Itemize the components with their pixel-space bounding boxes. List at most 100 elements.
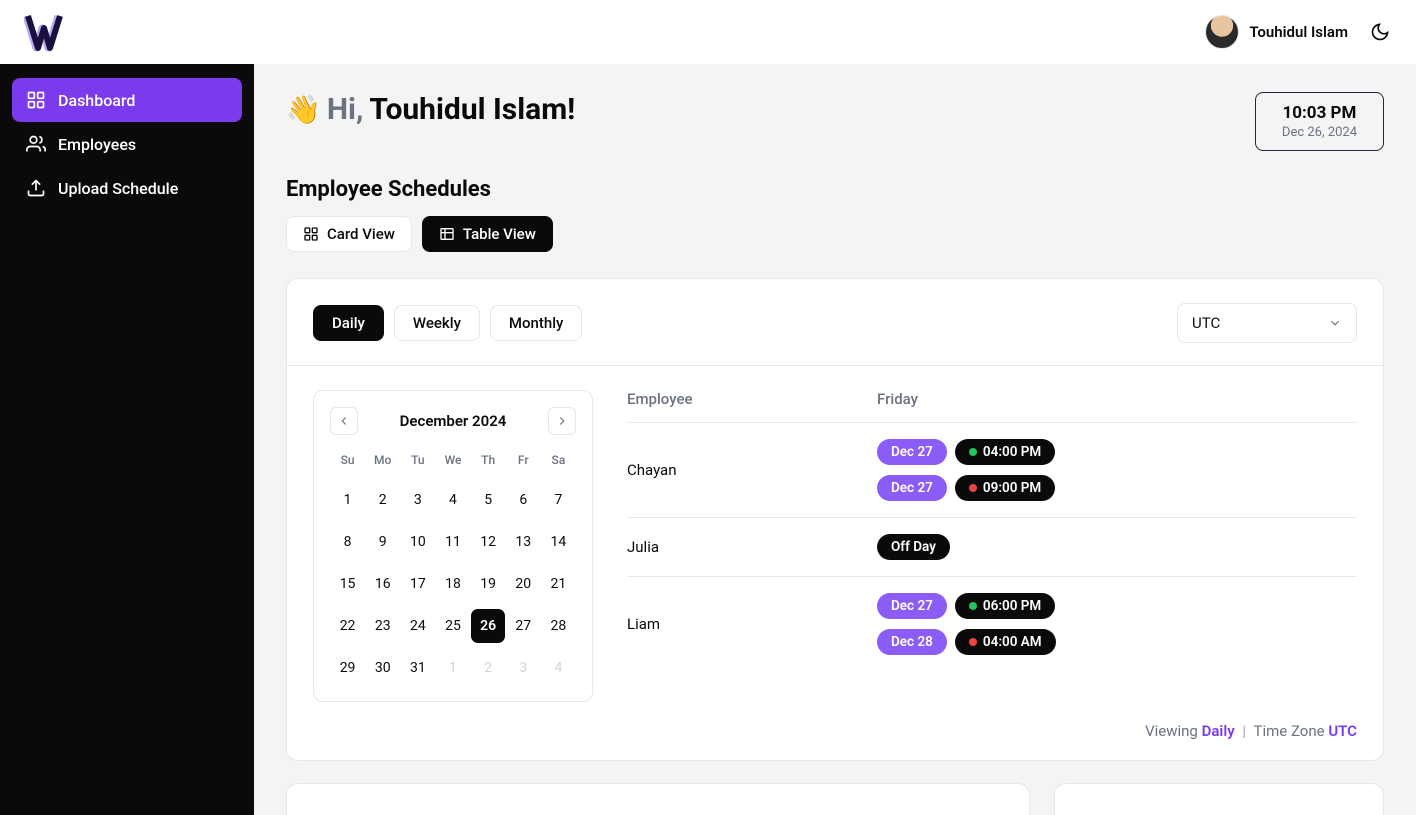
calendar-day[interactable]: 21 (541, 567, 575, 601)
tab-monthly[interactable]: Monthly (490, 305, 582, 341)
divider (287, 365, 1383, 366)
chevron-right-icon (555, 414, 569, 428)
table-view-button[interactable]: Table View (422, 216, 553, 252)
calendar: December 2024 SuMoTuWeThFrSa123456789101… (313, 390, 593, 702)
shift-line: Dec 2704:00 PM (877, 439, 1357, 465)
schedule-cell: Off Day (877, 534, 1357, 560)
calendar-dow: Sa (541, 449, 576, 475)
greeting-hi: Hi, (327, 92, 364, 127)
tab-weekly[interactable]: Weekly (394, 305, 480, 341)
calendar-day[interactable]: 9 (366, 525, 400, 559)
employee-name: Liam (627, 615, 877, 633)
schedule-cell: Dec 2706:00 PMDec 2804:00 AM (877, 593, 1357, 655)
theme-toggle[interactable] (1368, 20, 1392, 44)
avatar (1205, 15, 1239, 49)
calendar-title: December 2024 (400, 412, 507, 430)
calendar-day[interactable]: 1 (436, 651, 470, 685)
user-menu[interactable]: Touhidul Islam (1205, 15, 1348, 49)
calendar-day[interactable]: 24 (401, 609, 435, 643)
calendar-day[interactable]: 7 (541, 483, 575, 517)
calendar-day[interactable]: 1 (331, 483, 365, 517)
calendar-day[interactable]: 28 (541, 609, 575, 643)
table-row: ChayanDec 2704:00 PM Dec 27 09:00 PM (627, 422, 1357, 517)
sidebar-item-dashboard[interactable]: Dashboard (12, 78, 242, 122)
calendar-day[interactable]: 10 (401, 525, 435, 559)
chevron-left-icon (337, 414, 351, 428)
employee-name: Julia (627, 538, 877, 556)
calendar-day[interactable]: 12 (471, 525, 505, 559)
calendar-day[interactable]: 27 (506, 609, 540, 643)
shift-time-badge: 04:00 AM (955, 629, 1056, 655)
calendar-day[interactable]: 3 (506, 651, 540, 685)
employee-name: Chayan (627, 461, 877, 479)
calendar-day[interactable]: 30 (366, 651, 400, 685)
calendar-next-button[interactable] (548, 407, 576, 435)
greeting: 👋 Hi, Touhidul Islam! (286, 92, 575, 127)
calendar-dow: Th (471, 449, 506, 475)
calendar-day[interactable]: 3 (401, 483, 435, 517)
col-employee: Employee (627, 390, 877, 408)
sidebar-item-label: Dashboard (58, 91, 135, 110)
calendar-day[interactable]: 14 (541, 525, 575, 559)
tab-daily[interactable]: Daily (313, 305, 384, 341)
sidebar: Dashboard Employees Upload Schedule (0, 64, 254, 815)
timezone-value: UTC (1192, 314, 1220, 332)
calendar-day[interactable]: 26 (471, 609, 505, 643)
shift-line: Dec 2706:00 PM (877, 593, 1357, 619)
calendar-day[interactable]: 4 (541, 651, 575, 685)
clock-date: Dec 26, 2024 (1282, 125, 1357, 140)
table-icon (439, 226, 455, 242)
logo[interactable] (24, 12, 68, 52)
main: 👋 Hi, Touhidul Islam! 10:03 PM Dec 26, 2… (254, 64, 1416, 815)
calendar-day[interactable]: 31 (401, 651, 435, 685)
calendar-day[interactable]: 16 (366, 567, 400, 601)
calendar-day[interactable]: 11 (436, 525, 470, 559)
next-card-2 (1054, 783, 1384, 815)
footer-tz-label: Time Zone (1254, 722, 1325, 740)
calendar-day[interactable]: 13 (506, 525, 540, 559)
clock: 10:03 PM Dec 26, 2024 (1255, 92, 1384, 151)
col-day: Friday (877, 390, 1357, 408)
schedule-cell: Dec 2704:00 PM Dec 27 09:00 PM (877, 439, 1357, 501)
card-view-button[interactable]: Card View (286, 216, 412, 252)
moon-icon (1370, 22, 1390, 42)
calendar-day[interactable]: 20 (506, 567, 540, 601)
calendar-day[interactable]: 8 (331, 525, 365, 559)
users-icon (26, 134, 46, 154)
table-row: JuliaOff Day (627, 517, 1357, 576)
footer-viewing-value: Daily (1202, 722, 1235, 740)
calendar-day[interactable]: 25 (436, 609, 470, 643)
calendar-day[interactable]: 17 (401, 567, 435, 601)
table-view-label: Table View (463, 225, 536, 243)
calendar-prev-button[interactable] (330, 407, 358, 435)
calendar-day[interactable]: 4 (436, 483, 470, 517)
shift-time-badge: 04:00 PM (955, 439, 1055, 465)
shift-date-badge: Dec 27 (877, 475, 947, 501)
calendar-day[interactable]: 2 (471, 651, 505, 685)
shift-time-badge: 09:00 PM (955, 475, 1055, 501)
calendar-dow: We (435, 449, 470, 475)
range-tabs: Daily Weekly Monthly (313, 305, 582, 341)
calendar-day[interactable]: 19 (471, 567, 505, 601)
calendar-day[interactable]: 23 (366, 609, 400, 643)
calendar-day[interactable]: 2 (366, 483, 400, 517)
calendar-day[interactable]: 29 (331, 651, 365, 685)
footer-tz-value: UTC (1328, 722, 1357, 740)
calendar-day[interactable]: 5 (471, 483, 505, 517)
sidebar-item-employees[interactable]: Employees (12, 122, 242, 166)
topbar: Touhidul Islam (0, 0, 1416, 64)
calendar-day[interactable]: 18 (436, 567, 470, 601)
sidebar-item-label: Upload Schedule (58, 179, 178, 198)
schedule-table: Employee Friday ChayanDec 2704:00 PMDec … (627, 390, 1357, 671)
user-name: Touhidul Islam (1249, 23, 1348, 41)
calendar-day[interactable]: 6 (506, 483, 540, 517)
timezone-select[interactable]: UTC (1177, 303, 1357, 343)
calendar-day[interactable]: 22 (331, 609, 365, 643)
table-row: LiamDec 2706:00 PMDec 2804:00 AM (627, 576, 1357, 671)
status-dot (969, 484, 977, 492)
calendar-day[interactable]: 15 (331, 567, 365, 601)
sidebar-item-label: Employees (58, 135, 136, 154)
off-day-badge: Off Day (877, 534, 950, 560)
status-dot (969, 602, 977, 610)
sidebar-item-upload-schedule[interactable]: Upload Schedule (12, 166, 242, 210)
